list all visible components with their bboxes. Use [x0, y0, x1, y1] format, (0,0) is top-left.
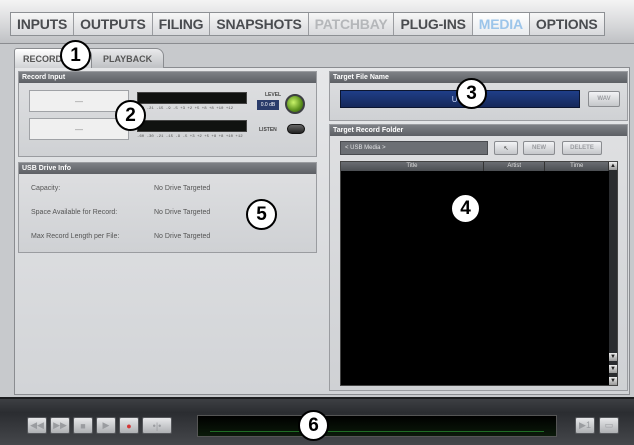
file-type-button[interactable]: WAV	[588, 91, 620, 107]
main-tabs: INPUTS OUTPUTS FILING SNAPSHOTS PATCHBAY…	[10, 12, 605, 36]
scroll-end-icon[interactable]: ▼	[609, 377, 617, 385]
new-folder-button[interactable]: NEW	[523, 141, 555, 155]
callout-6: 6	[298, 410, 329, 441]
time-display-line	[210, 431, 544, 432]
level-label: LEVEL	[265, 92, 282, 98]
tab-inputs[interactable]: INPUTS	[11, 13, 75, 35]
folder-up-button[interactable]: ↖	[494, 141, 518, 155]
scroll-up-icon[interactable]: ▲	[609, 162, 617, 170]
meter-right	[137, 120, 247, 132]
stop-icon[interactable]: ■	[73, 417, 93, 434]
punch-icon[interactable]: •|•	[142, 417, 172, 434]
transport-time-display	[197, 415, 557, 437]
column-time[interactable]: Time	[545, 162, 609, 171]
loop-icon[interactable]: ▭	[599, 417, 619, 434]
target-folder-panel: Target Record Folder < USB Media > ↖ NEW…	[329, 124, 628, 391]
scroll-down-icon[interactable]: ▼	[609, 365, 617, 373]
folder-file-list[interactable]: Title Artist Time ▲ ▼ ▼ ▼	[340, 161, 618, 386]
tab-playback[interactable]: PLAYBACK	[84, 48, 164, 68]
callout-4: 4	[450, 193, 481, 224]
tab-plug-ins[interactable]: PLUG-INS	[394, 13, 473, 35]
main-tab-bar: INPUTS OUTPUTS FILING SNAPSHOTS PATCHBAY…	[0, 0, 634, 44]
fast-forward-icon[interactable]: ▶▶	[50, 417, 70, 434]
level-knob-icon[interactable]	[285, 94, 305, 114]
callout-5: 5	[246, 199, 277, 230]
meter-left	[137, 92, 247, 104]
media-record-page: Record Input — — -30 -21 -15 -9 -5 +3 +2…	[14, 67, 630, 395]
play-once-icon[interactable]: ▶1	[575, 417, 595, 434]
target-folder-title: Target Record Folder	[330, 125, 627, 136]
tab-outputs[interactable]: OUTPUTS	[74, 13, 153, 35]
tab-record-label: RECORD	[23, 53, 63, 64]
tab-media[interactable]: MEDIA	[472, 13, 530, 35]
arrow-up-icon: ↖	[503, 145, 509, 152]
record-input-panel: Record Input — — -30 -21 -15 -9 -5 +3 +2…	[18, 71, 317, 157]
list-scrollbar[interactable]: ▲ ▼ ▼ ▼	[609, 162, 617, 385]
tab-snapshots[interactable]: SNAPSHOTS	[210, 13, 309, 35]
meter-scale-bottom: -60 -30 -21 -15 -9 -5 +3 +2 +5 +8 +8 +10…	[137, 135, 243, 139]
scroll-page-down-icon[interactable]: ▼	[609, 353, 617, 361]
listen-button[interactable]	[287, 124, 305, 134]
tab-patchbay[interactable]: PATCHBAY	[308, 13, 395, 35]
space-available-label: Space Available for Record:	[31, 209, 118, 216]
tab-options[interactable]: OPTIONS	[529, 13, 604, 35]
max-length-value: No Drive Targeted	[154, 233, 211, 240]
callout-1: 1	[60, 40, 91, 71]
callout-2: 2	[115, 100, 146, 131]
tab-playback-label: PLAYBACK	[103, 53, 153, 64]
listen-label: LISTEN	[259, 127, 277, 133]
column-title[interactable]: Title	[341, 162, 484, 171]
capacity-label: Capacity:	[31, 185, 61, 192]
input-a-selector[interactable]: —	[29, 90, 129, 112]
space-available-value: No Drive Targeted	[154, 209, 211, 216]
level-value: 0.0 dB	[257, 100, 279, 110]
capacity-value: No Drive Targeted	[154, 185, 211, 192]
play-icon[interactable]: ▶	[96, 417, 116, 434]
usb-info-title: USB Drive Info	[19, 163, 316, 174]
record-icon[interactable]: ●	[119, 417, 139, 434]
input-b-selector[interactable]: —	[29, 118, 129, 140]
record-input-title: Record Input	[19, 72, 316, 83]
callout-3: 3	[456, 78, 487, 109]
column-artist[interactable]: Artist	[484, 162, 546, 171]
folder-selector[interactable]: < USB Media >	[340, 141, 488, 155]
meter-scale-top: -30 -21 -15 -9 -5 +3 +2 +5 +8 +8 +10 +12	[137, 107, 234, 111]
max-length-label: Max Record Length per File:	[31, 233, 120, 240]
tab-filing[interactable]: FILING	[152, 13, 211, 35]
list-header: Title Artist Time	[341, 162, 609, 171]
rewind-icon[interactable]: ◀◀	[27, 417, 47, 434]
delete-folder-button[interactable]: DELETE	[562, 141, 602, 155]
